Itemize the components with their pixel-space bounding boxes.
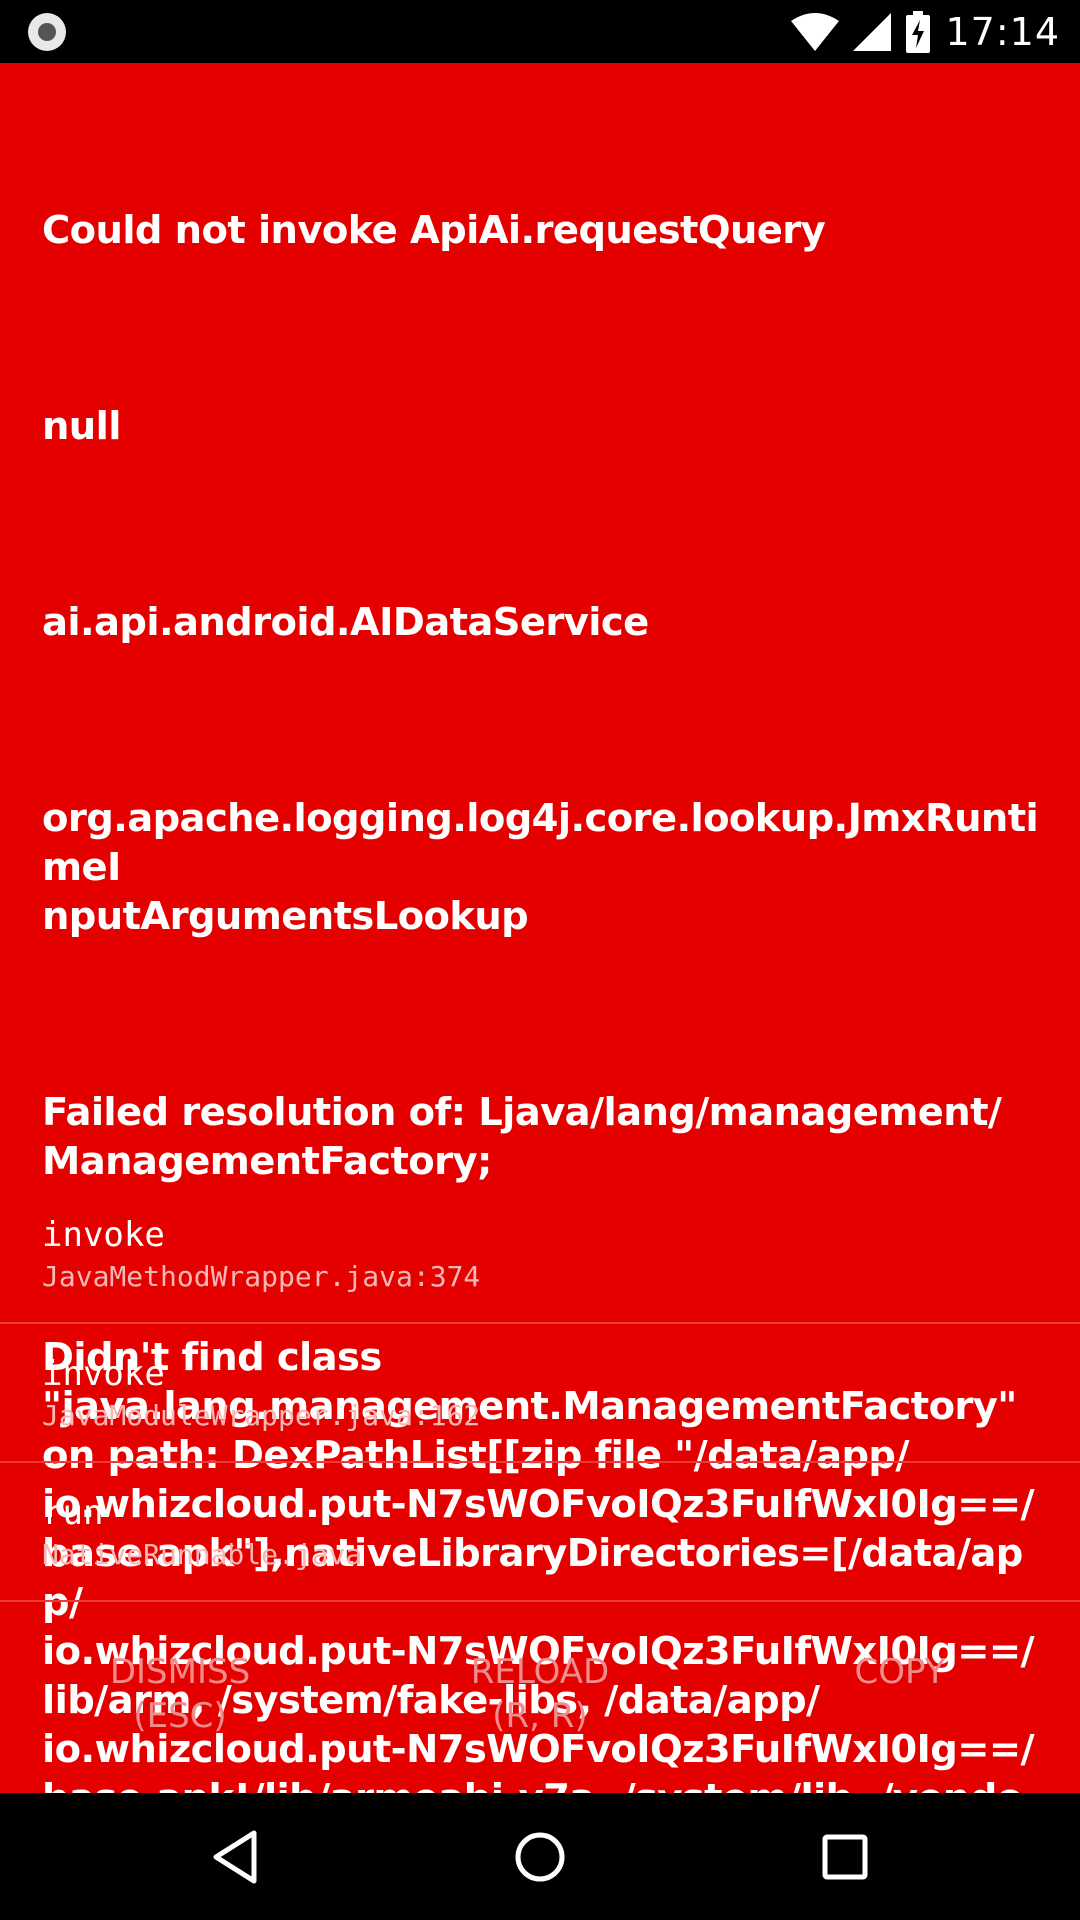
notification-icon	[28, 13, 66, 51]
action-buttons: DISMISS (ESC) RELOAD (R, R) COPY	[0, 1650, 1080, 1770]
error-message-line: Could not invoke ApiAi.requestQuery	[42, 208, 826, 253]
home-icon	[515, 1832, 565, 1881]
back-button[interactable]	[165, 1793, 305, 1920]
reload-shortcut: (R, R)	[492, 1696, 588, 1736]
recents-button[interactable]	[775, 1793, 915, 1920]
stack-trace: invoke JavaMethodWrapper.java:374 invoke…	[0, 1185, 1080, 1602]
dismiss-button[interactable]: DISMISS (ESC)	[30, 1650, 330, 1738]
status-icons: 17:14	[791, 0, 1060, 63]
dismiss-shortcut: (ESC)	[133, 1696, 227, 1736]
reload-label: RELOAD	[470, 1652, 610, 1692]
stack-frame-file: JavaMethodWrapper.java:374	[42, 1260, 481, 1293]
back-icon	[213, 1830, 257, 1883]
stack-frame-file: NativeRunnable.java	[42, 1538, 363, 1571]
error-message: Could not invoke ApiAi.requestQuery null…	[42, 108, 1042, 1920]
wifi-icon	[791, 12, 840, 51]
error-message-line: org.apache.logging.log4j.core.lookup.Jmx…	[42, 796, 1039, 939]
stack-frame-method: run	[42, 1493, 104, 1533]
home-button[interactable]	[470, 1793, 610, 1920]
stack-frame-method: invoke	[42, 1215, 165, 1255]
battery-charging-icon	[906, 10, 931, 53]
recents-icon	[822, 1834, 868, 1879]
status-bar: 17:14	[0, 0, 1080, 63]
error-message-line: ai.api.android.AIDataService	[42, 600, 649, 645]
stack-frame-method: invoke	[42, 1354, 165, 1394]
dismiss-label: DISMISS	[109, 1652, 251, 1692]
signal-icon	[853, 12, 892, 51]
navigation-bar	[0, 1793, 1080, 1920]
copy-label: COPY	[854, 1652, 946, 1692]
error-message-line: null	[42, 404, 121, 449]
error-message-line: Failed resolution of: Ljava/lang/managem…	[42, 1090, 1002, 1184]
stack-frame[interactable]: run NativeRunnable.java	[0, 1463, 1080, 1602]
stack-frame[interactable]: invoke JavaMethodWrapper.java:374	[0, 1185, 1080, 1324]
stack-frame[interactable]: invoke JavaModuleWrapper.java:162	[0, 1324, 1080, 1463]
clock: 17:14	[945, 9, 1060, 54]
reload-button[interactable]: RELOAD (R, R)	[390, 1650, 690, 1738]
copy-button[interactable]: COPY	[750, 1650, 1050, 1694]
redbox-error-screen: 17:14 Could not invoke ApiAi.requestQuer…	[0, 0, 1080, 1920]
stack-frame-file: JavaModuleWrapper.java:162	[42, 1399, 481, 1432]
